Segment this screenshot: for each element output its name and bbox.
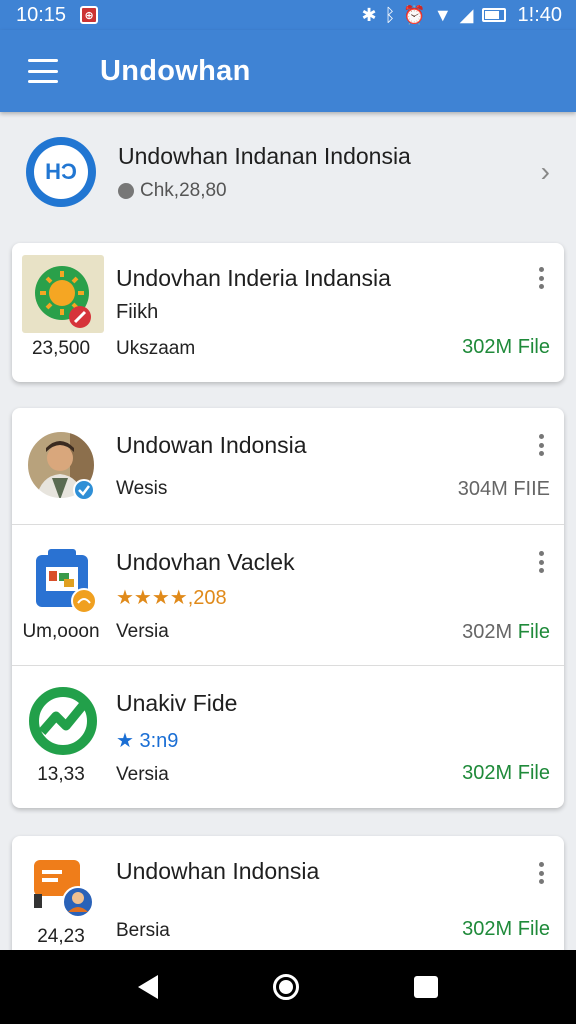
vibrate-icon: ᛒ [384, 4, 396, 25]
install-count: 24,23 [37, 926, 85, 947]
install-count: Um,ooon [22, 621, 100, 642]
status-bar: 10:15 ⊕ ✱ ᛒ ⏰ ▼ ◢ 1!:40 [0, 0, 576, 30]
wifi-icon: ▼ [433, 4, 452, 25]
app-version: Wesis [116, 478, 168, 499]
app-version: Versia [116, 621, 169, 642]
app-title: Undovhan Vaclek [116, 549, 295, 575]
app-card: Undowan Indonsia Wesis 304M FIIE Um,ooon… [12, 408, 564, 808]
rating-count: ,208 [187, 587, 227, 609]
file-size: 302M File [462, 762, 550, 784]
status-time-left: 10:15 [16, 3, 67, 26]
list-item[interactable]: 13,33 Unakiv Fide ★ 3:n9 Versia 302M Fil… [12, 666, 564, 808]
app-version: Bersia [116, 920, 170, 941]
file-size: 302M File [462, 918, 550, 940]
rating-stars: ★ [116, 730, 134, 752]
app-card: 23,500 Undovhan Inderia Indansia Fiikh U… [12, 243, 564, 382]
app-bar: Undowhan [0, 30, 576, 112]
rating-count: 3:n9 [133, 730, 179, 752]
sun-badge-icon [22, 255, 104, 333]
status-time-right: 1!:40 [517, 3, 562, 26]
app-title: Undovhan Inderia Indansia [116, 265, 391, 291]
header-row[interactable]: HƆ Undowhan Indanan Indonsia Chk,28,80 › [0, 122, 576, 222]
user-avatar-verified [26, 430, 96, 501]
app-title: Undowhan Indonsia [116, 858, 320, 884]
file-size: 302M File [462, 336, 550, 358]
app-title: Undowhan [100, 54, 251, 87]
more-options-icon[interactable] [538, 862, 544, 884]
app-rating: ★★★★,208 [116, 585, 227, 610]
app-notification-icon: ⊕ [80, 6, 99, 24]
navigation-bar [0, 950, 576, 1024]
header-subtitle: Chk,28,80 [140, 179, 227, 201]
rating-stars: ★★★★ [116, 587, 188, 609]
hc-logo-text: HƆ [34, 145, 88, 199]
chevron-right-icon[interactable]: › [541, 156, 550, 188]
hamburger-menu-icon[interactable] [28, 59, 58, 83]
app-version: Ukszaam [116, 338, 196, 359]
header-title: Undowhan Indanan Indonsia [118, 142, 411, 169]
app-rating: ★ 3:n9 [116, 728, 178, 753]
more-options-icon[interactable] [538, 267, 544, 289]
back-icon[interactable] [137, 975, 158, 999]
home-icon[interactable] [272, 974, 299, 1000]
app-developer: Fiikh [116, 301, 159, 323]
battery-icon [481, 8, 506, 22]
more-options-icon[interactable] [538, 434, 544, 456]
alarm-icon: ⏰ [403, 4, 426, 25]
file-size: 304M FIIE [457, 478, 550, 500]
signal-icon: ◢ [459, 4, 474, 25]
hc-logo-icon: HƆ [26, 137, 96, 207]
app-version: Versia [116, 764, 169, 785]
more-options-icon[interactable] [538, 551, 544, 573]
header-subtitle-row: Chk,28,80 [118, 180, 411, 202]
camera-gallery-icon [34, 545, 98, 615]
file-size: 302M File [462, 621, 550, 643]
install-count: 13,33 [37, 764, 85, 785]
list-item[interactable]: Um,ooon Undovhan Vaclek ★★★★,208 Versia … [12, 525, 564, 666]
app-title: Unakiv Fide [116, 690, 238, 716]
settings-small-icon [118, 182, 134, 199]
install-count: 23,500 [31, 338, 91, 359]
bluetooth-icon: ✱ [361, 4, 377, 25]
green-chart-circle-icon [28, 686, 98, 756]
recent-apps-icon[interactable] [414, 976, 439, 998]
list-item[interactable]: 23,500 Undovhan Inderia Indansia Fiikh U… [12, 243, 564, 382]
app-title: Undowan Indonsia [116, 432, 307, 458]
orange-mailbox-icon [30, 854, 100, 924]
list-item[interactable]: Undowan Indonsia Wesis 304M FIIE [12, 408, 564, 525]
